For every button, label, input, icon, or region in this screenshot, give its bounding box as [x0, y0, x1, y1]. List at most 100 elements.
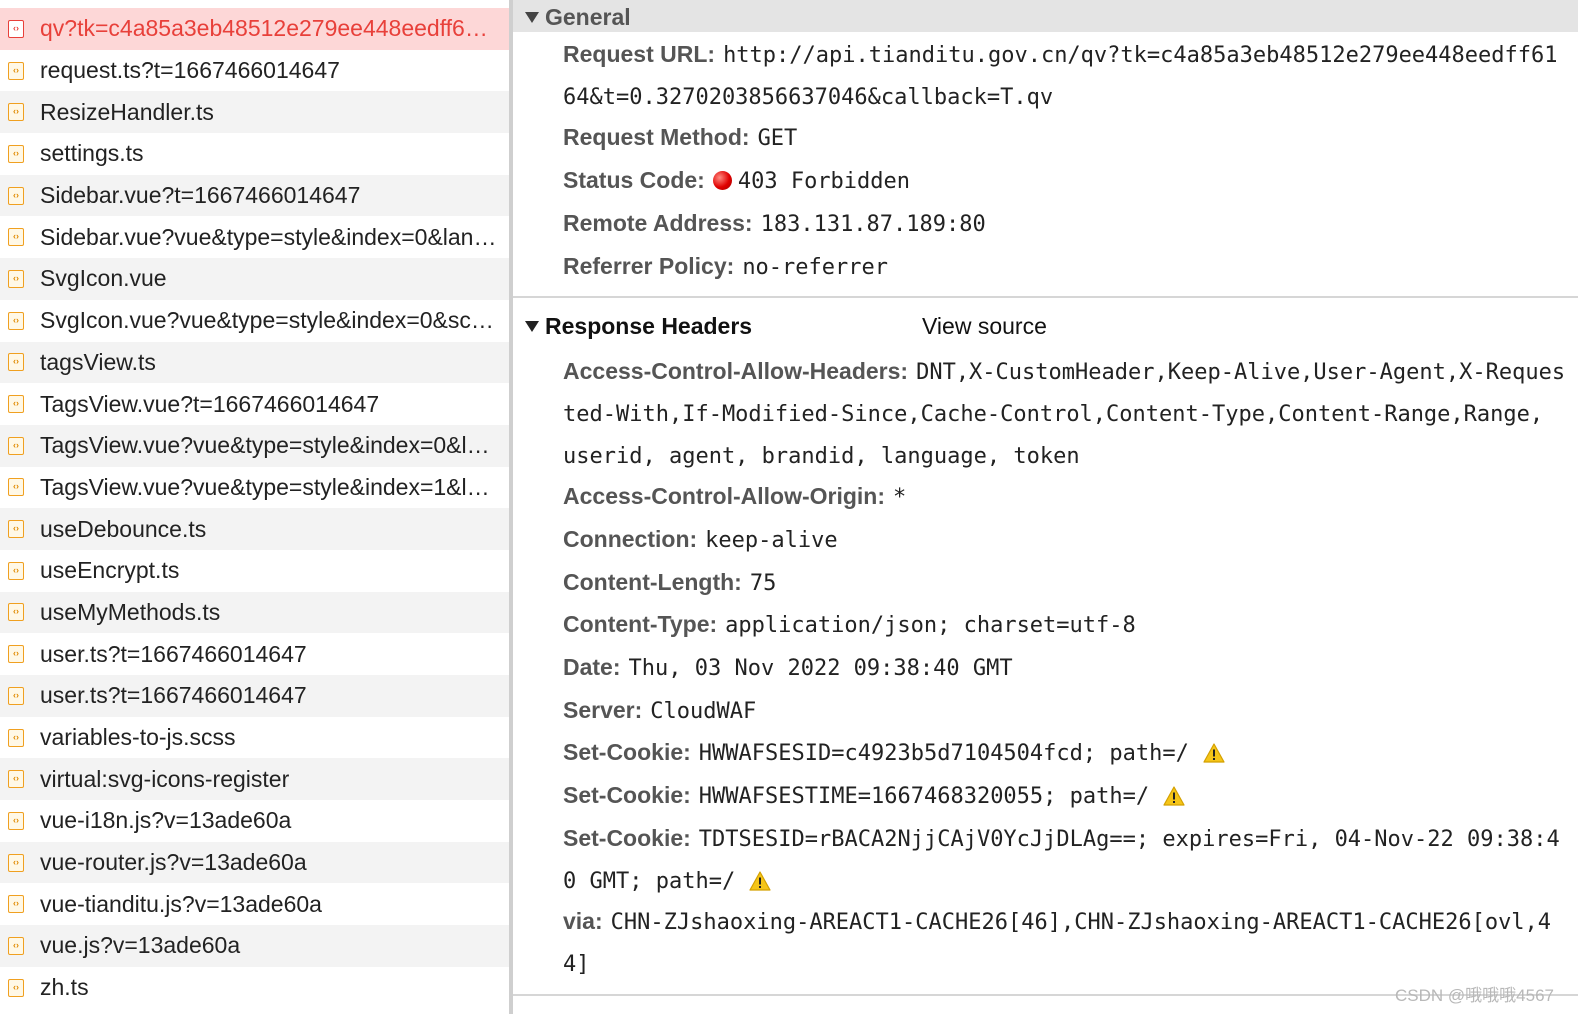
response-header-row: Connection: keep-alive — [563, 519, 1568, 561]
header-key: Access-Control-Allow-Origin: — [563, 483, 886, 509]
warning-triangle-icon[interactable] — [749, 871, 771, 891]
header-key: Date: — [563, 654, 621, 680]
header-key: Connection: — [563, 526, 698, 552]
file-code-icon — [8, 144, 24, 163]
request-name: useDebounce.ts — [40, 515, 207, 542]
file-code-icon — [8, 478, 24, 497]
request-name: zh.ts — [40, 974, 89, 1001]
response-header-row: Set-Cookie: HWWAFSESID=c4923b5d7104504fcd… — [563, 732, 1568, 774]
request-list-item[interactable]: useEncrypt.ts — [0, 550, 510, 592]
header-value: CloudWAF — [650, 699, 757, 724]
view-source-link[interactable]: View source — [922, 313, 1047, 340]
request-name: qv?tk=c4a85a3eb48512e279ee448eedff6164&t… — [40, 15, 500, 42]
file-code-icon — [8, 686, 24, 705]
request-list-item[interactable]: tagsView.ts — [0, 341, 510, 384]
referrer-policy-value: no-referrer — [742, 255, 889, 280]
request-list-item[interactable]: vue-tianditu.js?v=13ade60a — [0, 883, 510, 925]
request-list-item[interactable]: SvgIcon.vue?vue&type=style&index=0&scope… — [0, 300, 510, 342]
header-key: Set-Cookie: — [563, 739, 691, 765]
header-value: TDTSESID=rBACA2NjjCAjV0YcJjDLAg==; expir… — [563, 827, 1560, 894]
header-value: keep-alive — [705, 528, 838, 553]
referrer-policy-label: Referrer Policy: — [563, 253, 735, 279]
request-list-item[interactable]: qv?tk=c4a85a3eb48512e279ee448eedff6164&t… — [0, 8, 510, 50]
response-header-row: Access-Control-Allow-Origin: * — [563, 476, 1568, 518]
request-list-item[interactable]: Sidebar.vue?t=1667466014647 — [0, 174, 510, 217]
file-code-icon — [8, 353, 24, 372]
request-list-item[interactable]: zh.ts — [0, 967, 510, 1009]
request-name: request.ts?t=1667466014647 — [40, 57, 340, 84]
header-key: via: — [563, 908, 603, 934]
request-list-item[interactable]: vue-i18n.js?v=13ade60a — [0, 800, 510, 842]
watermark: CSDN @哦哦哦4567 — [1395, 986, 1554, 1005]
request-method-value: GET — [757, 126, 798, 151]
file-code-icon — [8, 811, 24, 830]
request-list-item[interactable]: variables-to-js.scss — [0, 717, 510, 759]
request-list-item[interactable]: useDebounce.ts — [0, 508, 510, 550]
response-header-row: via: CHN-ZJshaoxing-AREACT1-CACHE26[46],C… — [563, 901, 1568, 985]
header-value: Thu, 03 Nov 2022 09:38:40 GMT — [628, 656, 1013, 681]
file-code-icon — [8, 561, 24, 580]
file-code-icon — [8, 186, 24, 205]
request-list-item[interactable]: TagsView.vue?vue&type=style&index=1&lang… — [0, 467, 510, 509]
file-code-icon — [8, 395, 24, 414]
request-name: TagsView.vue?vue&type=style&index=0&lang… — [40, 432, 500, 459]
red-dot-icon — [712, 171, 732, 190]
request-list-item[interactable]: virtual:svg-icons-register — [0, 758, 510, 801]
file-code-icon — [8, 520, 24, 539]
request-list-item[interactable]: ResizeHandler.ts — [0, 91, 510, 134]
header-key: Set-Cookie: — [563, 782, 691, 808]
response-header-row: Set-Cookie: TDTSESID=rBACA2NjjCAjV0YcJjDL… — [563, 818, 1568, 902]
request-name: TagsView.vue?t=1667466014647 — [40, 390, 380, 417]
file-code-icon — [8, 19, 24, 38]
request-name: Sidebar.vue?vue&type=style&index=0&lang.… — [40, 223, 500, 250]
file-code-icon — [8, 895, 24, 914]
header-value: HWWAFSESTIME=1667468320055; path=/ — [698, 784, 1150, 809]
general-section-header[interactable]: General — [513, 0, 1578, 32]
header-value: application/json; charset=utf-8 — [725, 613, 1136, 638]
request-name: SvgIcon.vue?vue&type=style&index=0&scope… — [40, 307, 500, 334]
referrer-policy-row: Referrer Policy: no-referrer — [563, 246, 1568, 288]
request-list-item[interactable]: vue-router.js?v=13ade60a — [0, 841, 510, 884]
header-key: Access-Control-Allow-Headers: — [563, 358, 909, 384]
request-list-item[interactable]: useMyMethods.ts — [0, 591, 510, 634]
file-code-icon — [8, 103, 24, 122]
header-value: CHN-ZJshaoxing-AREACT1-CACHE26[46],CHN-Z… — [563, 910, 1552, 977]
request-list-item[interactable]: Sidebar.vue?vue&type=style&index=0&lang.… — [0, 216, 510, 258]
header-key: Content-Type: — [563, 611, 718, 637]
file-code-icon — [8, 269, 24, 288]
request-name: vue-router.js?v=13ade60a — [40, 849, 307, 876]
request-method-label: Request Method: — [563, 124, 750, 150]
response-header-row: Content-Type: application/json; charset=u… — [563, 604, 1568, 646]
file-code-icon — [8, 603, 24, 622]
headers-pane: General Request URL: http://api.tianditu.… — [513, 0, 1578, 1014]
file-code-icon — [8, 978, 24, 997]
header-key: Content-Length: — [563, 569, 742, 595]
response-headers-section-header[interactable]: Response Headers View source — [513, 306, 1578, 346]
request-url-label: Request URL: — [563, 41, 716, 67]
request-list-item[interactable]: user.ts?t=1667466014647 — [0, 633, 510, 675]
file-code-icon — [8, 61, 24, 80]
remote-address-row: Remote Address: 183.131.87.189:80 — [563, 203, 1568, 245]
request-list-item[interactable]: TagsView.vue?t=1667466014647 — [0, 383, 510, 425]
request-list-pane: qv?tk=c4a85a3eb48512e279ee448eedff6164&t… — [0, 0, 510, 1014]
file-code-icon — [8, 936, 24, 955]
general-title: General — [545, 3, 631, 30]
request-method-row: Request Method: GET — [563, 117, 1568, 159]
response-header-row: Access-Control-Allow-Headers: DNT,X-Custo… — [563, 351, 1568, 477]
request-list-item[interactable]: SvgIcon.vue — [0, 258, 510, 300]
request-list-item[interactable]: TagsView.vue?vue&type=style&index=0&lang… — [0, 424, 510, 467]
response-header-row: Set-Cookie: HWWAFSESTIME=1667468320055; p… — [563, 775, 1568, 817]
status-code-label: Status Code: — [563, 167, 705, 193]
request-list-item[interactable]: settings.ts — [0, 133, 510, 175]
request-list-item[interactable]: request.ts?t=1667466014647 — [0, 50, 510, 92]
request-list-item[interactable]: vue.js?v=13ade60a — [0, 925, 510, 967]
request-name: vue-i18n.js?v=13ade60a — [40, 807, 292, 834]
status-code-row: Status Code: 403 Forbidden — [563, 160, 1568, 202]
remote-address-value: 183.131.87.189:80 — [760, 212, 986, 237]
section-divider — [513, 296, 1578, 298]
warning-triangle-icon[interactable] — [1203, 743, 1225, 763]
request-name: user.ts?t=1667466014647 — [40, 640, 307, 667]
response-header-row: Content-Length: 75 — [563, 562, 1568, 604]
warning-triangle-icon[interactable] — [1163, 786, 1185, 806]
request-list-item[interactable]: user.ts?t=1667466014647 — [0, 675, 510, 717]
